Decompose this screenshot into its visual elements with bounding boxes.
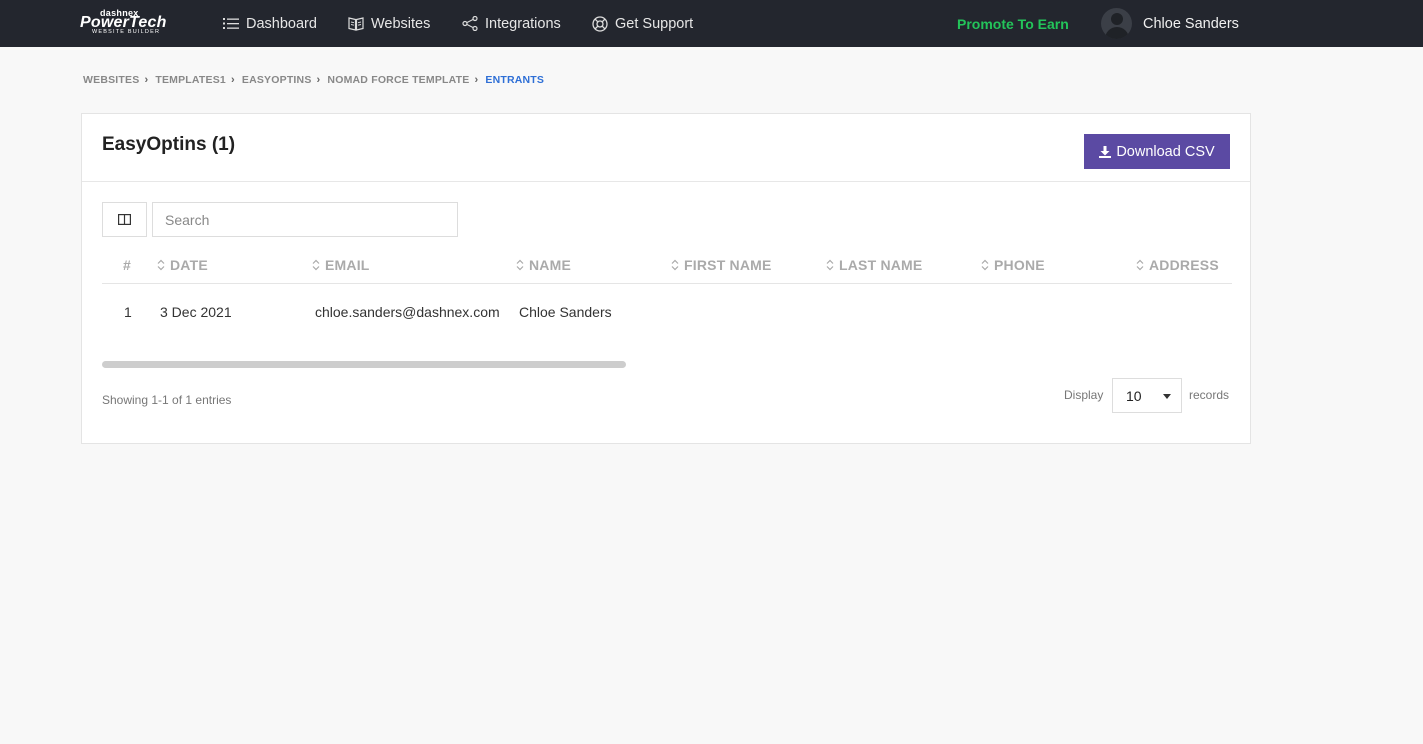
column-header-first-name[interactable]: FIRST NAME [671, 257, 772, 273]
column-header-date-label: DATE [170, 257, 208, 273]
breadcrumb: WEBSITES › TEMPLATES1 › EASYOPTINS › NOM… [83, 73, 544, 87]
cell-date: 3 Dec 2021 [160, 304, 232, 320]
nav-websites[interactable]: Websites [348, 0, 430, 47]
table-header-divider [102, 283, 1232, 284]
caret-down-icon [1163, 394, 1171, 399]
column-header-name-label: NAME [529, 257, 572, 273]
chevron-right-icon: › [474, 74, 479, 86]
column-header-number-label: # [123, 257, 131, 273]
column-header-date[interactable]: DATE [157, 257, 208, 273]
download-icon [1099, 145, 1112, 158]
card-header: EasyOptins (1) Download CSV [82, 114, 1250, 182]
chevron-right-icon: › [230, 74, 235, 86]
display-label: Display [1064, 388, 1104, 402]
nav-integrations[interactable]: Integrations [462, 0, 561, 47]
logo-sub-text: WEBSITE BUILDER [92, 29, 161, 35]
list-icon [223, 18, 239, 29]
download-csv-button[interactable]: Download CSV [1084, 134, 1230, 169]
horizontal-scrollbar[interactable] [102, 361, 626, 368]
column-header-phone-label: PHONE [994, 257, 1045, 273]
download-csv-label: Download CSV [1116, 143, 1215, 160]
column-header-address[interactable]: ADDRESS [1136, 257, 1219, 273]
column-header-email-label: EMAIL [325, 257, 370, 273]
column-header-last-name[interactable]: LAST NAME [826, 257, 922, 273]
breadcrumb-websites[interactable]: WEBSITES [83, 74, 139, 86]
nav-dashboard[interactable]: Dashboard [223, 0, 317, 47]
lifebuoy-icon [592, 15, 608, 32]
dashnex-powertech-logo[interactable]: dashnex PowerTech WEBSITE BUILDER [80, 8, 168, 36]
sort-icon [516, 259, 524, 271]
records-label: records [1189, 388, 1230, 402]
column-header-first-name-label: FIRST NAME [684, 257, 772, 273]
sort-icon [671, 259, 679, 271]
nav-integrations-label: Integrations [485, 15, 561, 32]
cell-email: chloe.sanders@dashnex.com [315, 304, 500, 320]
sort-icon [157, 259, 165, 271]
search-input[interactable] [152, 202, 458, 237]
promote-to-earn-link[interactable]: Promote To Earn [957, 0, 1069, 47]
breadcrumb-templates1[interactable]: TEMPLATES1 [155, 74, 226, 86]
cell-name: Chloe Sanders [519, 304, 612, 320]
column-header-last-name-label: LAST NAME [839, 257, 923, 273]
page-size-value: 10 [1126, 387, 1142, 404]
sort-icon [981, 259, 989, 271]
column-header-phone[interactable]: PHONE [981, 257, 1045, 273]
breadcrumb-entrants: ENTRANTS [485, 74, 545, 86]
sort-icon [1136, 259, 1144, 271]
cell-number: 1 [124, 304, 132, 320]
nav-get-support[interactable]: Get Support [592, 0, 693, 47]
columns-icon [118, 214, 131, 225]
share-nodes-icon [462, 16, 478, 31]
book-icon [348, 17, 364, 31]
breadcrumb-easyoptins[interactable]: EASYOPTINS [242, 74, 312, 86]
user-name-menu[interactable]: Chloe Sanders [1143, 0, 1239, 47]
breadcrumb-nomad-force-template[interactable]: NOMAD FORCE TEMPLATE [327, 74, 469, 86]
page-title: EasyOptins (1) [102, 134, 236, 155]
column-header-email[interactable]: EMAIL [312, 257, 370, 273]
column-toggle-button[interactable] [102, 202, 147, 237]
column-header-number: # [123, 257, 131, 273]
showing-entries-text: Showing 1-1 of 1 entries [102, 393, 232, 407]
avatar[interactable] [1101, 8, 1132, 39]
nav-get-support-label: Get Support [615, 15, 694, 32]
sort-icon [826, 259, 834, 271]
page-size-select[interactable]: 10 [1112, 378, 1182, 413]
sort-icon [312, 259, 320, 271]
nav-dashboard-label: Dashboard [246, 15, 317, 32]
avatar-body-shape [1105, 27, 1129, 39]
chevron-right-icon: › [144, 74, 149, 86]
avatar-head-shape [1111, 13, 1123, 25]
column-header-name[interactable]: NAME [516, 257, 571, 273]
top-navbar: dashnex PowerTech WEBSITE BUILDER Dashbo… [0, 0, 1423, 47]
entrants-card: EasyOptins (1) Download CSV # DATE EMAIL… [81, 113, 1251, 444]
column-header-address-label: ADDRESS [1149, 257, 1219, 273]
chevron-right-icon: › [316, 74, 321, 86]
nav-websites-label: Websites [371, 15, 431, 32]
